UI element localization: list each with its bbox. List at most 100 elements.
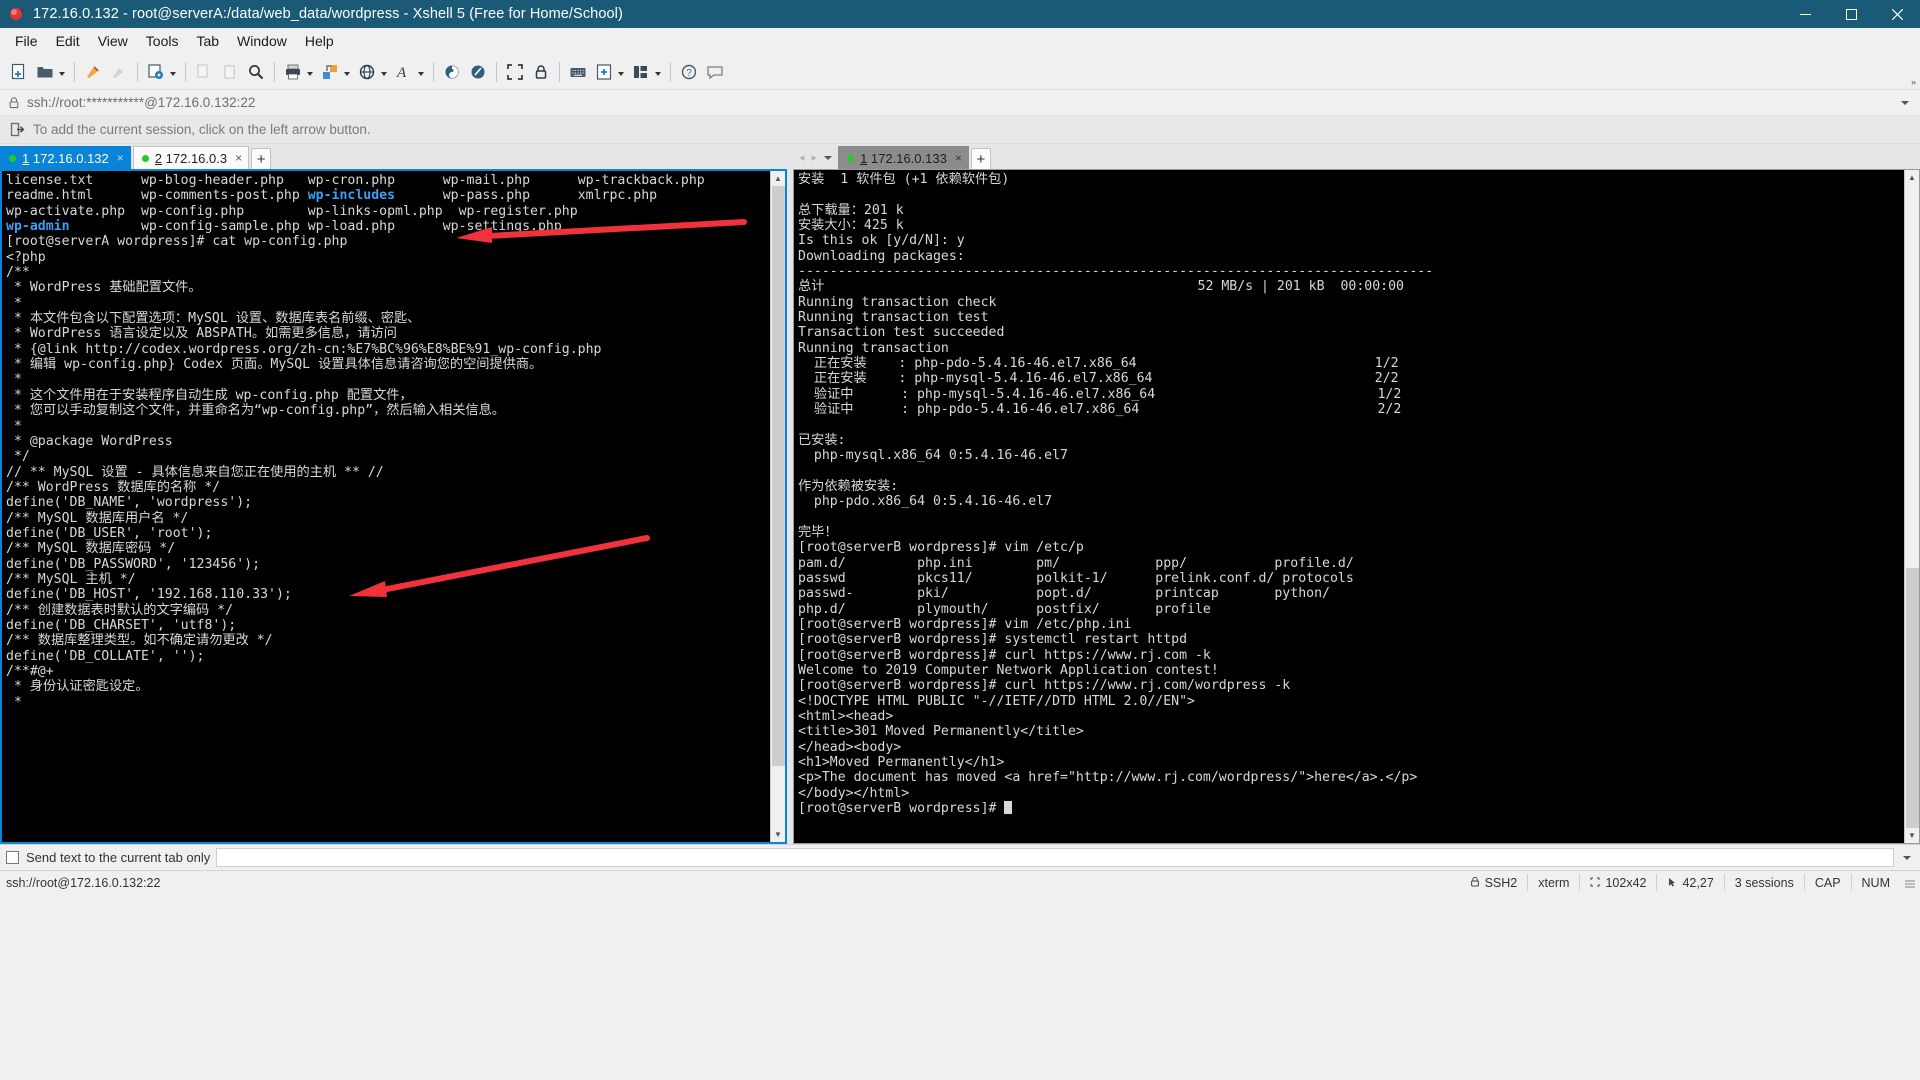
font-dropdown[interactable] bbox=[415, 61, 426, 83]
chevron-down-icon[interactable] bbox=[824, 156, 832, 160]
close-icon[interactable]: × bbox=[955, 152, 962, 164]
terminal-text: wp-cron.php bbox=[307, 173, 443, 188]
record-script-button[interactable] bbox=[465, 58, 491, 86]
terminal-text: <p>The document has moved <a href="http:… bbox=[798, 770, 1418, 786]
terminal-line: /**#@+ bbox=[6, 664, 770, 679]
chevron-down-icon[interactable] bbox=[1898, 101, 1912, 105]
terminal-line: [root@serverB wordpress]# curl https://w… bbox=[798, 648, 1904, 663]
right-terminal-scrollbar[interactable]: ▲ ▼ bbox=[1904, 170, 1919, 843]
scroll-up-button[interactable]: ▲ bbox=[770, 171, 785, 186]
new-pane-button[interactable] bbox=[591, 58, 628, 86]
resize-icon bbox=[1590, 876, 1600, 890]
scroll-up-button[interactable]: ▲ bbox=[1904, 170, 1919, 185]
copy-button[interactable] bbox=[191, 58, 217, 86]
terminal-text: 正在安装 : php-pdo-5.4.16-46.el7.x86_64 1/2 bbox=[798, 356, 1399, 372]
tunneling-button[interactable] bbox=[354, 58, 391, 86]
arrange-layout-dropdown[interactable] bbox=[652, 61, 663, 83]
terminal-text: </body></html> bbox=[798, 785, 910, 801]
toolbar-overflow-button[interactable]: » bbox=[1911, 77, 1916, 87]
font-button[interactable]: A bbox=[391, 58, 428, 86]
terminal-text: 安装 1 软件包 (+1 依赖软件包) bbox=[798, 172, 1010, 187]
open-session-button[interactable] bbox=[32, 58, 69, 86]
scroll-thumb[interactable] bbox=[771, 186, 785, 766]
new-session-button[interactable] bbox=[6, 58, 32, 86]
print-button[interactable] bbox=[280, 58, 317, 86]
status-bar: ssh://root@172.16.0.132:22 SSH2 xterm 10… bbox=[0, 870, 1920, 894]
close-icon[interactable]: × bbox=[235, 152, 242, 164]
minimize-button[interactable] bbox=[1782, 0, 1828, 28]
right-terminal-output[interactable]: 安装 1 软件包 (+1 依赖软件包) 总下载量：201 k 安装大小：425 k… bbox=[794, 170, 1904, 843]
file-transfer-button[interactable] bbox=[317, 58, 354, 86]
lock-button[interactable] bbox=[528, 58, 554, 86]
menu-tools[interactable]: Tools bbox=[137, 30, 188, 52]
tab-prev-icon[interactable]: ◂ bbox=[799, 151, 805, 164]
help-button[interactable]: ? bbox=[676, 58, 702, 86]
terminal-text: /** 数据库整理类型。如不确定请勿更改 */ bbox=[6, 633, 273, 649]
tab-label: 172.16.0.132 bbox=[32, 150, 109, 166]
font-icon: A bbox=[393, 61, 415, 83]
menu-window[interactable]: Window bbox=[228, 30, 296, 52]
menu-tab[interactable]: Tab bbox=[187, 30, 228, 52]
tab-172-16-0-3[interactable]: 2 172.16.0.3 × bbox=[132, 146, 250, 169]
pane-container: 1 172.16.0.132 × 2 172.16.0.3 × + licens… bbox=[0, 144, 1920, 844]
globe-icon bbox=[356, 61, 378, 83]
terminal-line: 正在安装 : php-pdo-5.4.16-46.el7.x86_64 1/2 bbox=[798, 356, 1904, 371]
close-icon[interactable]: × bbox=[117, 152, 124, 164]
resize-grip[interactable] bbox=[1900, 877, 1920, 889]
tunneling-dropdown[interactable] bbox=[378, 61, 389, 83]
terminal-text: * bbox=[6, 295, 22, 311]
svg-text:A: A bbox=[396, 65, 407, 81]
address-bar-input[interactable]: ssh://root:***********@172.16.0.132:22 bbox=[27, 95, 1898, 110]
tab-172-16-0-133[interactable]: 1 172.16.0.133 × bbox=[838, 146, 969, 169]
menu-edit[interactable]: Edit bbox=[47, 30, 89, 52]
scroll-track[interactable] bbox=[770, 186, 785, 827]
terminal-text: license.txt bbox=[6, 173, 141, 188]
fullscreen-button[interactable] bbox=[502, 58, 528, 86]
scroll-track[interactable] bbox=[1904, 185, 1919, 828]
disconnect-button[interactable] bbox=[106, 58, 132, 86]
compose-bar-button[interactable] bbox=[565, 58, 591, 86]
left-terminal-scrollbar[interactable]: ▲ ▼ bbox=[770, 171, 785, 842]
feedback-button[interactable] bbox=[702, 58, 728, 86]
terminal-text: * WordPress 基础配置文件。 bbox=[6, 280, 202, 296]
properties-button[interactable] bbox=[143, 58, 180, 86]
left-terminal-output[interactable]: license.txt wp-blog-header.php wp-cron.p… bbox=[2, 171, 770, 842]
close-button[interactable] bbox=[1874, 0, 1920, 28]
file-transfer-dropdown[interactable] bbox=[341, 61, 352, 83]
menu-view[interactable]: View bbox=[89, 30, 137, 52]
scroll-thumb[interactable] bbox=[1905, 568, 1919, 828]
new-tab-button[interactable]: + bbox=[251, 148, 272, 169]
scroll-down-button[interactable]: ▼ bbox=[770, 827, 785, 842]
left-terminal-frame: license.txt wp-blog-header.php wp-cron.p… bbox=[0, 169, 787, 844]
compose-text-input[interactable] bbox=[216, 848, 1894, 867]
chevron-down-icon[interactable] bbox=[1900, 856, 1914, 860]
print-dropdown[interactable] bbox=[304, 61, 315, 83]
status-sessions: 3 sessions bbox=[1723, 874, 1804, 891]
tab-172-16-0-132[interactable]: 1 172.16.0.132 × bbox=[0, 146, 131, 169]
terminal-text: /** bbox=[6, 265, 30, 281]
connect-button[interactable] bbox=[80, 58, 106, 86]
terminal-line: 完毕！ bbox=[798, 525, 1904, 540]
new-pane-dropdown[interactable] bbox=[615, 61, 626, 83]
terminal-text: 正在安装 : php-mysql-5.4.16-46.el7.x86_64 2/… bbox=[798, 371, 1399, 387]
maximize-button[interactable] bbox=[1828, 0, 1874, 28]
tab-next-icon[interactable]: ▸ bbox=[812, 151, 818, 164]
menu-file[interactable]: File bbox=[6, 30, 47, 52]
terminal-text: ----------------------------------------… bbox=[798, 264, 1434, 280]
arrange-layout-button[interactable] bbox=[628, 58, 665, 86]
terminal-text: // ** MySQL 设置 - 具体信息来自您正在使用的主机 ** // bbox=[6, 464, 384, 480]
new-tab-button[interactable]: + bbox=[970, 148, 991, 169]
paste-button[interactable] bbox=[217, 58, 243, 86]
properties-dropdown[interactable] bbox=[167, 61, 178, 83]
terminal-line: /** MySQL 数据库密码 */ bbox=[6, 541, 770, 556]
log-button[interactable] bbox=[439, 58, 465, 86]
send-to-current-tab-checkbox[interactable] bbox=[6, 851, 19, 864]
menu-help[interactable]: Help bbox=[296, 30, 343, 52]
connection-status-icon bbox=[9, 154, 16, 162]
terminal-line: * bbox=[6, 372, 770, 387]
open-session-dropdown[interactable] bbox=[56, 61, 67, 83]
add-pane-icon bbox=[593, 61, 615, 83]
find-button[interactable] bbox=[243, 58, 269, 86]
scroll-down-button[interactable]: ▼ bbox=[1904, 828, 1919, 843]
